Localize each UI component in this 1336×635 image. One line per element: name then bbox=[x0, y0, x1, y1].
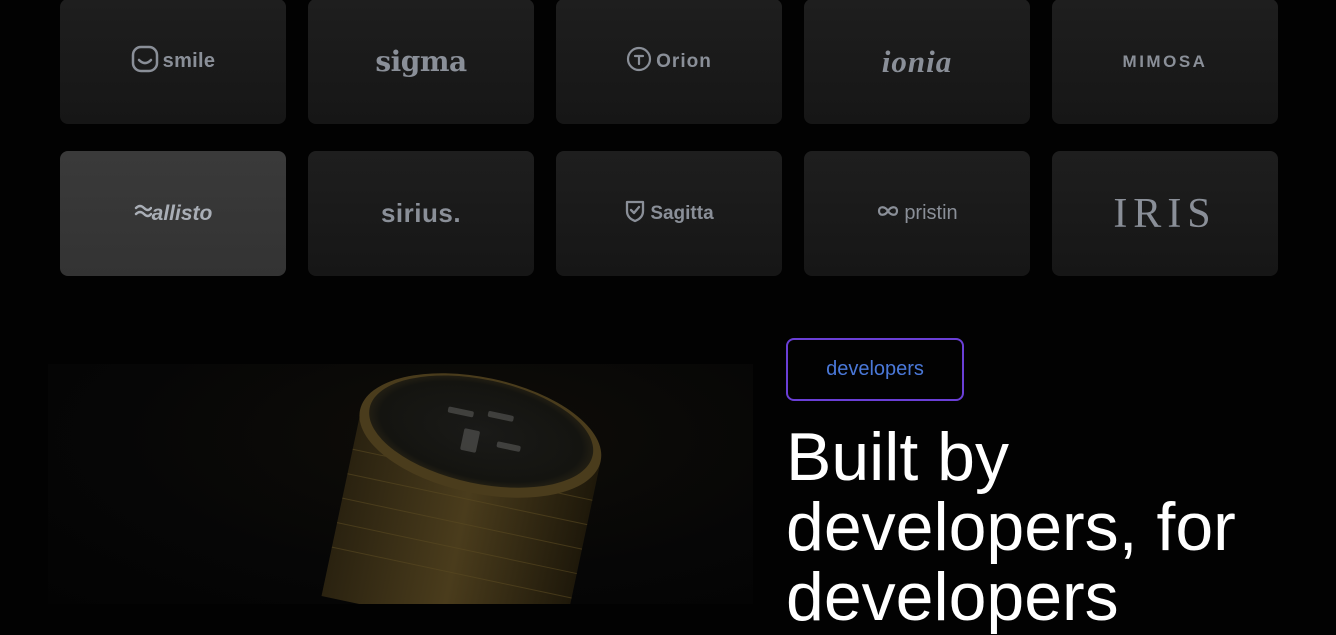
infinity-icon bbox=[876, 204, 900, 223]
logo-text-mimosa: MIMOSA bbox=[1122, 51, 1208, 71]
logo-text-smile: smile bbox=[162, 50, 216, 72]
coin-stack-illustration bbox=[321, 373, 602, 604]
logo-text-sigma: sigma bbox=[375, 45, 467, 78]
logo-card-ionia[interactable]: ionia bbox=[804, 0, 1030, 124]
orion-circle-icon bbox=[626, 46, 652, 77]
logo-text-callisto: allisto bbox=[151, 201, 213, 225]
logo-text-pristin: pristin bbox=[904, 202, 958, 224]
logo-card-pristin[interactable]: pristin bbox=[804, 151, 1030, 276]
logo-card-smile[interactable]: smile bbox=[60, 0, 286, 124]
section-headline: Built by developers, for developers bbox=[786, 419, 1236, 635]
logo-text-sirius: sirius. bbox=[380, 198, 462, 228]
logo-card-mimosa[interactable]: MIMOSA bbox=[1052, 0, 1278, 124]
smile-face-icon bbox=[131, 45, 159, 78]
logo-text-iris: IRIS bbox=[1113, 190, 1217, 237]
callisto-wave-icon bbox=[134, 201, 152, 226]
logo-text-ionia: ionia bbox=[881, 43, 953, 79]
shield-check-icon bbox=[624, 199, 646, 228]
logo-card-callisto[interactable]: allisto bbox=[60, 151, 286, 276]
logo-text-orion: Orion bbox=[656, 50, 712, 72]
developers-tag-label: developers bbox=[826, 358, 924, 380]
logo-card-sagitta[interactable]: Sagitta bbox=[556, 151, 782, 276]
logo-card-sirius[interactable]: sirius. bbox=[308, 151, 534, 276]
logo-text-sagitta: Sagitta bbox=[650, 202, 714, 224]
coin-stack-image bbox=[48, 364, 753, 604]
developers-tag[interactable]: developers bbox=[786, 338, 964, 401]
logo-card-orion[interactable]: Orion bbox=[556, 0, 782, 124]
logo-card-iris[interactable]: IRIS bbox=[1052, 151, 1278, 276]
logo-card-sigma[interactable]: sigma bbox=[308, 0, 534, 124]
